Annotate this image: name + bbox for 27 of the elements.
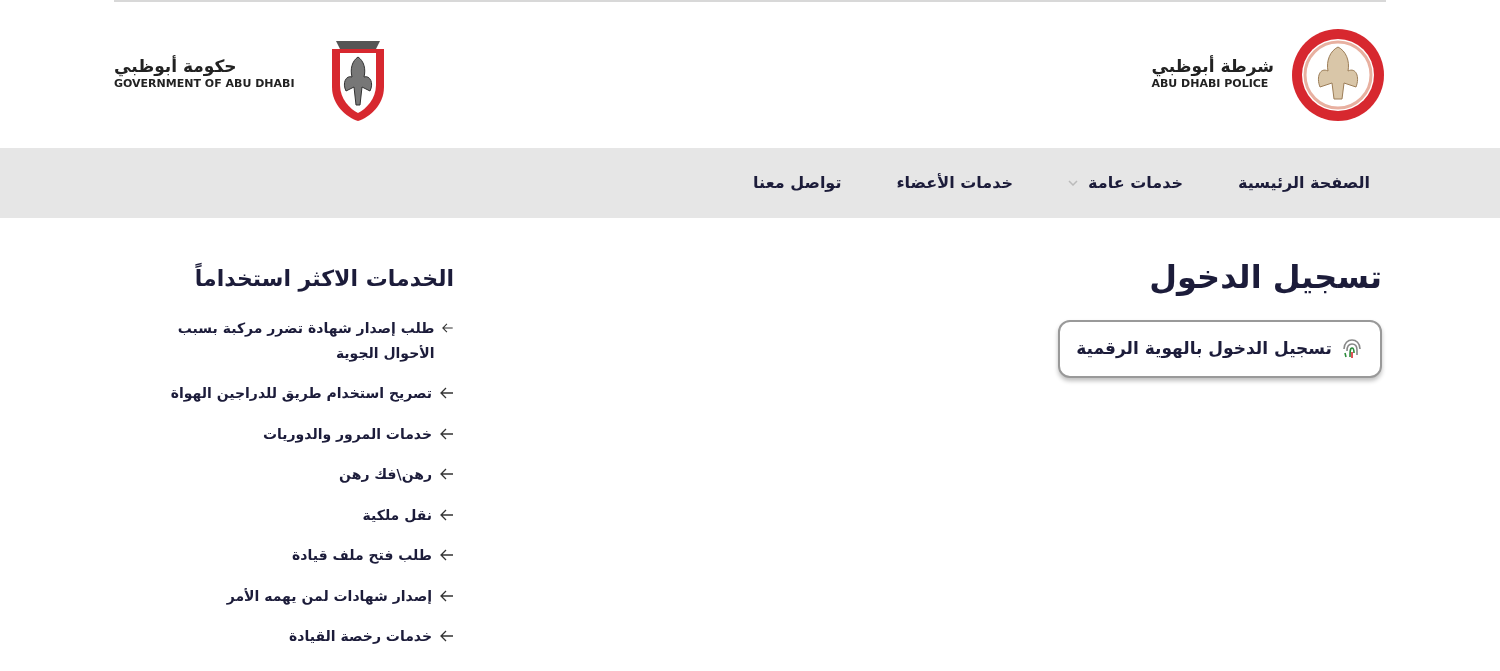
logo-arabic-text: حكومة أبوظبي xyxy=(114,57,237,77)
nav-link[interactable]: خدمات عامة xyxy=(1068,171,1183,195)
logo-english-text: ABU DHABI POLICE xyxy=(1151,77,1269,93)
arrow-icon xyxy=(440,548,454,563)
arrow-icon xyxy=(442,321,454,336)
arrow-icon xyxy=(440,386,454,401)
arrow-icon xyxy=(440,426,454,441)
arrow-icon xyxy=(440,588,454,603)
service-link[interactable]: إصدار شهادات لمن يهمه الأمر xyxy=(226,583,432,609)
arrow-icon xyxy=(440,507,454,522)
service-link[interactable]: رهن\فك رهن xyxy=(339,462,432,487)
nav-link[interactable]: تواصل معنا xyxy=(753,171,842,195)
digital-id-login-button[interactable]: تسجيل الدخول بالهوية الرقمية xyxy=(1058,320,1382,378)
nav-link[interactable]: خدمات الأعضاء xyxy=(896,171,1014,195)
service-link[interactable]: طلب إصدار شهادة تضرر مركبة بسبب الأحوال الجوية xyxy=(138,316,435,366)
service-link[interactable]: طلب فتح ملف قيادة xyxy=(292,543,432,568)
service-link[interactable]: خدمات رخصة القيادة xyxy=(289,624,432,649)
page-title: تسجيل الدخول xyxy=(1148,258,1382,297)
service-link[interactable]: خدمات المرور والدوريات xyxy=(262,421,432,447)
nav-link[interactable]: الصفحة الرئيسية xyxy=(1237,171,1370,195)
arrow-icon xyxy=(440,629,454,644)
logo-english-text: GOVERNMENT OF ABU DHABI xyxy=(114,77,295,93)
service-link[interactable]: تصريح استخدام طريق للدراجين الهواة xyxy=(170,381,432,406)
logo-arabic-text: شرطة أبوظبي xyxy=(1151,57,1274,77)
police-emblem-icon xyxy=(1290,27,1386,123)
service-link[interactable]: نقل ملكية xyxy=(362,502,432,528)
arrow-icon xyxy=(440,467,454,482)
